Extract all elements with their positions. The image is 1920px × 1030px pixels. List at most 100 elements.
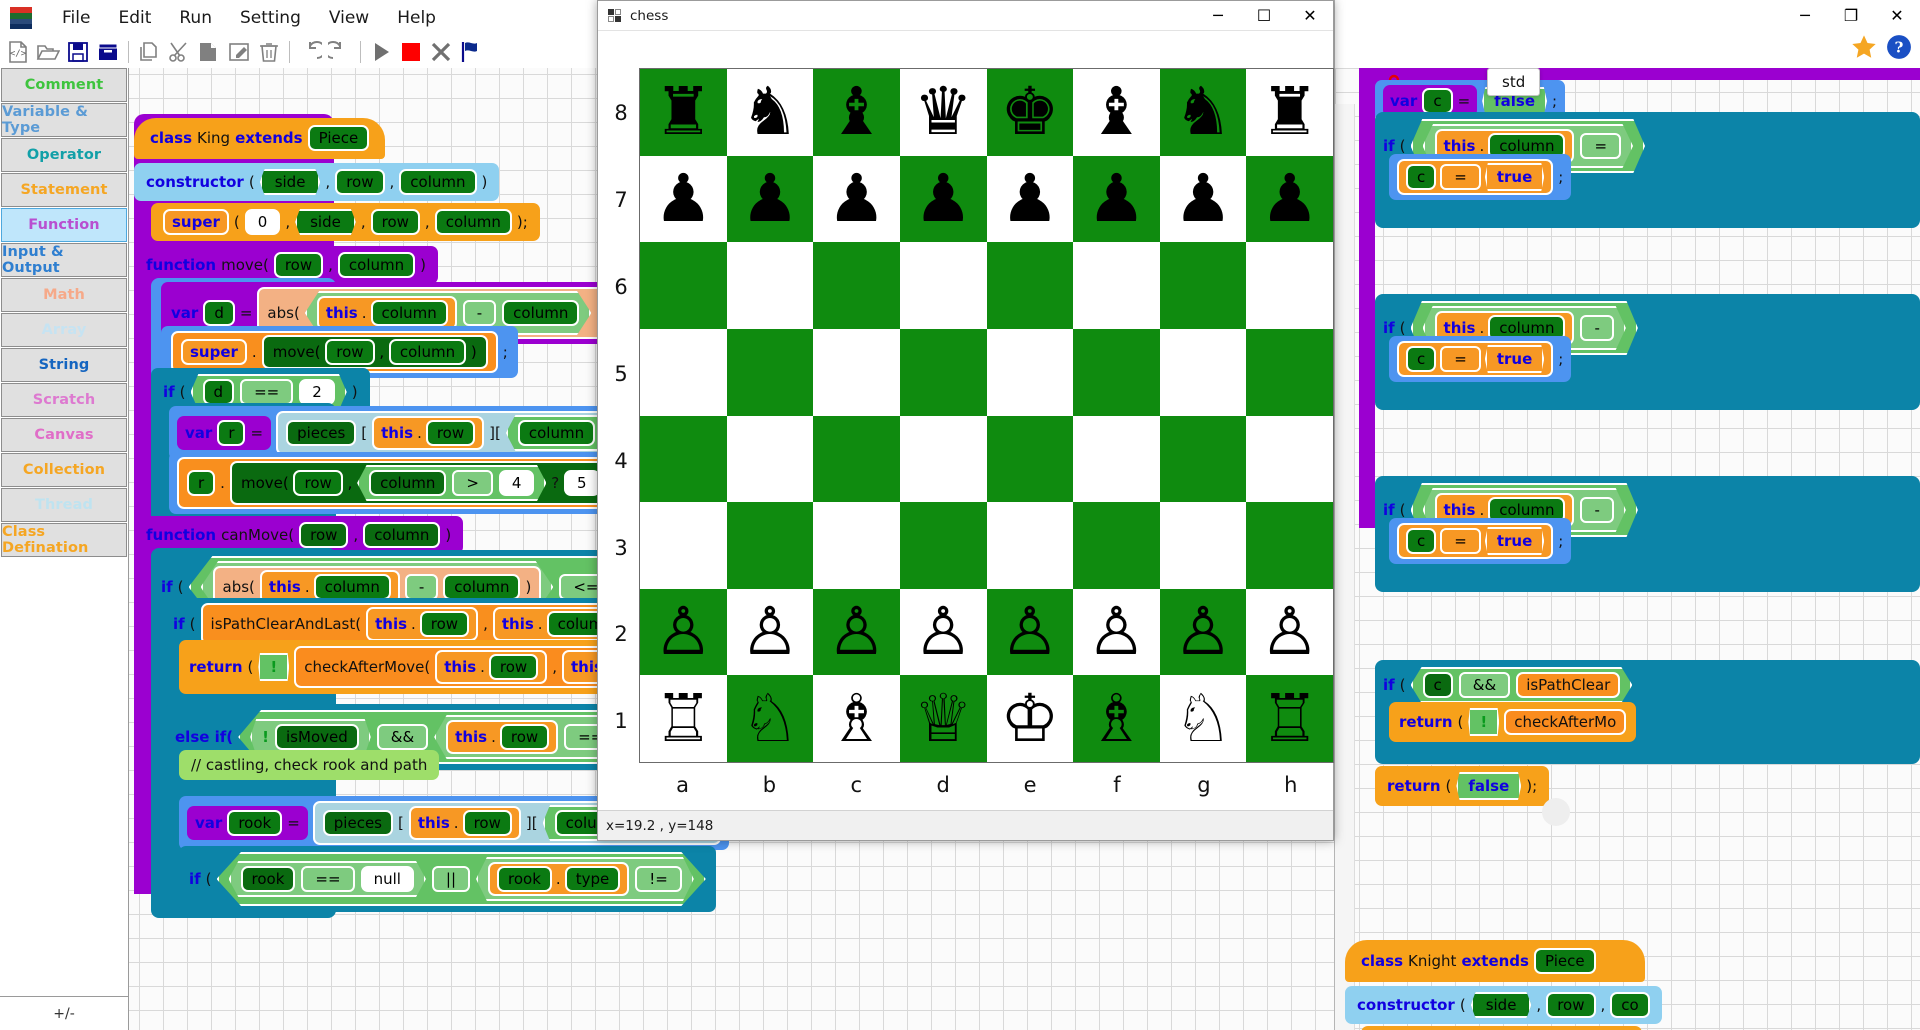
cond-column[interactable]: column [369,470,447,496]
rook-type-neq[interactable]: rook . type != [476,857,694,901]
board-square[interactable] [813,415,900,503]
param-column[interactable]: column [363,522,441,548]
assign-c[interactable]: c = true [1397,341,1554,377]
chess-board[interactable]: ♜ ♞ ♝ ♛ ♚ ♝ ♞ ♜ ♟ ♟ ♟ ♟ ♟ ♟ ♟ ♟ ♙ ♙ ♙ ♙ ♙ ♙ ♙ ♙ ♖ ♘ ♗ ♕ ♔ ♗ ♘ ♖ [639,68,1334,763]
board-square[interactable]: ♟ [899,155,987,243]
flag-icon[interactable] [457,38,485,66]
board-square[interactable]: ♟ [640,155,727,243]
palette-cat-math[interactable]: Math [1,278,127,312]
prop-row[interactable]: row [462,810,512,836]
palette-cat-operator[interactable]: Operator [1,138,127,172]
board-square[interactable] [726,502,814,589]
save-disk-icon[interactable] [64,38,92,66]
board-square[interactable]: ♝ [813,69,900,156]
obj-r[interactable]: r [187,470,216,496]
block-right-set1[interactable]: c = true ; [1389,154,1572,200]
chess-maximize-button[interactable]: ☐ [1241,1,1287,31]
arg-0[interactable]: 0 [244,209,281,235]
super-token[interactable]: super [181,339,247,365]
board-square[interactable] [726,242,814,329]
right-minimize-button[interactable]: ─ [1782,0,1828,30]
param-column[interactable]: column [337,252,416,278]
board-square[interactable] [1159,328,1247,416]
palette-cat-statement[interactable]: Statement [1,173,127,207]
true-literal[interactable]: true [1484,345,1545,373]
false-literal[interactable]: false [1456,772,1522,800]
var-rook[interactable]: rook [240,866,296,892]
archive-box-icon[interactable] [94,38,122,66]
op-or[interactable]: || [431,866,471,892]
board-square[interactable]: ♖ [1246,675,1333,762]
param-column[interactable]: column [399,169,477,195]
board-square[interactable] [986,415,1074,503]
board-square[interactable]: ♜ [1246,69,1333,156]
param-row[interactable]: row [273,252,324,278]
arg-row[interactable]: row [370,209,420,235]
close-x-icon[interactable] [427,38,455,66]
block-right-return-false[interactable]: return ( false ); [1375,766,1550,806]
board-square[interactable] [640,415,727,503]
board-square[interactable] [813,328,900,416]
board-square[interactable] [1246,415,1333,503]
cond-column[interactable]: column [517,420,596,446]
board-square[interactable] [1159,415,1247,503]
var-name-d[interactable]: d [203,300,235,326]
board-square[interactable] [726,328,814,416]
op-equals[interactable]: == [301,866,355,892]
this-row-ref[interactable]: this . row [408,806,521,840]
board-square[interactable] [1073,242,1160,329]
move-call-box[interactable]: move( row , column ) [261,335,488,369]
board-square[interactable] [813,242,900,329]
undo-icon[interactable] [296,38,324,66]
assign-c[interactable]: c = true [1397,159,1554,195]
var-name-rook[interactable]: rook [227,810,283,836]
array-pieces[interactable]: pieces [322,810,393,836]
rhs-column[interactable]: column [502,300,580,326]
prop-column[interactable]: column [370,300,448,326]
param-side[interactable]: side [259,169,321,195]
arg-row[interactable]: row [293,470,343,496]
board-square[interactable]: ♞ [1159,69,1247,156]
cond-number[interactable]: 4 [498,470,535,496]
var-c[interactable]: c [1406,346,1437,372]
op-and[interactable]: && [376,724,429,750]
op[interactable]: = [1580,133,1622,159]
favorite-star-icon[interactable] [1850,33,1878,65]
board-square[interactable] [813,502,900,589]
board-square[interactable]: ♟ [813,155,900,243]
op-minus[interactable]: - [462,300,497,326]
board-square[interactable]: ♛ [899,69,987,156]
op-not-equals[interactable]: != [635,866,682,892]
block-class-knight[interactable]: class Knight extends Piece [1345,940,1645,982]
help-question-icon[interactable]: ? [1886,34,1912,64]
param-row[interactable]: row [299,522,349,548]
block-right-return-not[interactable]: return ( ! checkAfterMo [1389,702,1637,742]
copy-icon[interactable] [135,38,163,66]
menu-run[interactable]: Run [165,5,226,31]
op-assign[interactable]: = [1440,164,1481,190]
delete-trash-icon[interactable] [255,38,283,66]
palette-cat-collection[interactable]: Collection [1,453,127,487]
or-expr[interactable]: rook == null || rook . type != [216,852,706,906]
palette-cat-canvas[interactable]: Canvas [1,418,127,452]
menu-edit[interactable]: Edit [104,5,165,31]
board-square[interactable] [899,328,987,416]
arg-row[interactable]: row [325,339,375,365]
board-square[interactable]: ♝ [1073,69,1160,156]
arg-side[interactable]: side [295,209,356,235]
board-square[interactable]: ♘ [726,675,814,762]
op[interactable]: - [1580,315,1614,341]
palette-cat-thread[interactable]: Thread [1,488,127,522]
board-square[interactable]: ♙ [640,588,727,676]
param-row[interactable]: row [335,169,385,195]
board-square[interactable]: ♟ [1073,155,1160,243]
class-base[interactable]: Piece [1533,948,1596,974]
menu-view[interactable]: View [315,5,383,31]
code-file-icon[interactable]: </> [4,38,32,66]
menu-help[interactable]: Help [383,5,450,31]
chess-minimize-button[interactable]: ─ [1195,1,1241,31]
param-row[interactable]: row [1546,992,1596,1018]
cut-scissors-icon[interactable] [165,38,193,66]
cond-right[interactable]: 2 [299,379,335,405]
palette-cat-string[interactable]: String [1,348,127,382]
